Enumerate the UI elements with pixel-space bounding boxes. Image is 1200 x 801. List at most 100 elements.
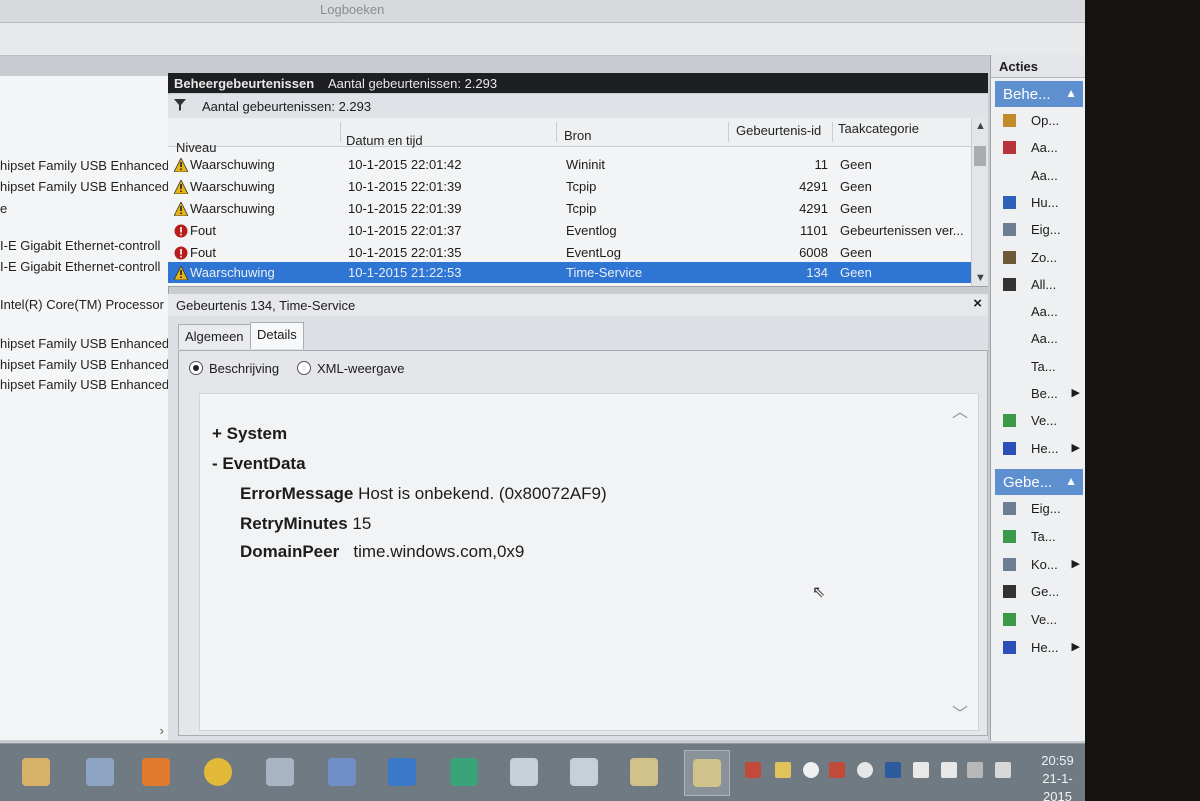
action-item[interactable]: Op... (991, 109, 1085, 133)
tray-flag-icon[interactable] (745, 762, 761, 778)
action-item[interactable]: Aa... (991, 164, 1085, 188)
event-data-view[interactable]: ︿ + System - EventData ErrorMessage Host… (199, 393, 979, 731)
window-titlebar: Logboeken (0, 0, 1085, 23)
scroll-right-arrow[interactable]: › (160, 723, 164, 738)
actions-pane: Acties Behe... ▲ Op... Aa... Aa... Hu... Eig.… (990, 55, 1085, 741)
taskbar-performance-app[interactable] (380, 750, 424, 794)
cell-datetime: 10-1-2015 22:01:35 (348, 245, 462, 260)
taskbar-card-app[interactable] (442, 750, 486, 794)
action-item[interactable]: Ge... (991, 580, 1085, 604)
taskbar-clock-app[interactable] (14, 750, 58, 794)
tree-pane[interactable]: hipset Family USB Enhanced hipset Family… (0, 76, 169, 740)
radio-beschrijving[interactable]: Beschrijving (189, 361, 279, 376)
table-scrollbar[interactable]: ▲ ▼ (971, 118, 988, 286)
tree-item[interactable]: hipset Family USB Enhanced (0, 357, 168, 372)
tray-signal-icon[interactable] (967, 762, 983, 778)
chevron-down-icon[interactable]: ﹀ (952, 700, 968, 724)
taskbar-event-viewer[interactable] (622, 750, 666, 794)
system-node[interactable]: + System (212, 424, 287, 444)
tray-mail-icon[interactable] (775, 762, 791, 778)
tree-item[interactable]: hipset Family USB Enhanced (0, 336, 168, 351)
table-row[interactable]: Fout 10-1-2015 22:01:35 EventLog 6008 Geen (168, 242, 972, 263)
action-item[interactable]: Ve... (991, 409, 1085, 433)
tree-item[interactable]: e (0, 201, 7, 216)
action-icon (1003, 141, 1016, 155)
actions-section-beheer[interactable]: Behe... ▲ (995, 81, 1083, 107)
tray-network-icon[interactable] (941, 762, 957, 778)
tray-volume-icon[interactable] (995, 762, 1011, 778)
radio-xml-weergave[interactable]: XML-weergave (297, 361, 404, 376)
taskbar-clock[interactable]: 20:59 21-1-2015 (1030, 752, 1085, 801)
field-error-message: ErrorMessage Host is onbekend. (0x80072A… (240, 484, 607, 503)
eventdata-node[interactable]: - EventData (212, 454, 306, 474)
detail-title: Gebeurtenis 134, Time-Service (176, 298, 356, 313)
action-item[interactable]: Aa... (991, 136, 1085, 160)
tray-tool-icon[interactable] (829, 762, 845, 778)
taskbar-server-app[interactable] (502, 750, 546, 794)
cell-source: Eventlog (566, 223, 617, 238)
events-table[interactable]: Niveau Datum en tijd Bron Gebeurtenis-id… (168, 118, 988, 287)
scroll-down-icon[interactable]: ▼ (975, 272, 986, 284)
column-header-event-id[interactable]: Gebeurtenis-id (736, 123, 821, 138)
action-item[interactable]: Zo... (991, 246, 1085, 270)
log-header: Beheergebeurtenissen Aantal gebeurteniss… (168, 73, 988, 93)
detail-header: Gebeurtenis 134, Time-Service × (168, 294, 988, 317)
table-row[interactable]: Fout 10-1-2015 22:01:37 Eventlog 1101 Gebeur… (168, 220, 972, 241)
warning-icon (174, 158, 188, 172)
tray-status-icon[interactable] (803, 762, 819, 778)
action-item[interactable]: Hu... (991, 191, 1085, 215)
action-item[interactable]: Ve... (991, 608, 1085, 632)
actions-header: Acties (991, 55, 1085, 78)
table-row[interactable]: Waarschuwing 10-1-2015 22:01:42 Wininit 11 G… (168, 154, 972, 175)
tree-item[interactable]: I-E Gigabit Ethernet-controll (0, 259, 160, 274)
table-row[interactable]: Waarschuwing 10-1-2015 21:22:53 Time-Servi… (168, 262, 972, 283)
action-item[interactable]: All... (991, 273, 1085, 297)
taskbar-media-player[interactable] (134, 750, 178, 794)
tree-item[interactable]: Intel(R) Core(TM) Processor (0, 297, 164, 312)
tree-item[interactable]: hipset Family USB Enhanced (0, 179, 168, 194)
table-row[interactable]: Waarschuwing 10-1-2015 22:01:39 Tcpip 4291 G… (168, 176, 972, 197)
action-item[interactable]: He... ▶ (991, 636, 1085, 660)
taskbar-event-viewer-active[interactable] (684, 750, 730, 796)
tab-algemeen[interactable]: Algemeen (178, 324, 251, 349)
scroll-up-icon[interactable]: ▲ (975, 120, 986, 132)
tab-details[interactable]: Details (250, 322, 304, 349)
tree-item[interactable]: I-E Gigabit Ethernet-controll (0, 238, 160, 253)
column-header-source[interactable]: Bron (564, 128, 591, 143)
action-item[interactable]: He... ▶ (991, 437, 1085, 461)
action-item[interactable]: Aa... (991, 327, 1085, 351)
monitor-bezel (1085, 0, 1200, 801)
table-row[interactable]: Waarschuwing 10-1-2015 22:01:39 Tcpip 4291 G… (168, 198, 972, 219)
taskbar-server-app-2[interactable] (562, 750, 606, 794)
action-item[interactable]: Ko... ▶ (991, 553, 1085, 577)
taskbar-chart-app[interactable] (320, 750, 364, 794)
detail-panel: Algemeen Details Beschrijving XML-weerga… (168, 316, 988, 740)
cell-level: Waarschuwing (190, 157, 275, 172)
mouse-cursor-icon: ⇖ (812, 584, 826, 601)
close-icon[interactable]: × (973, 295, 982, 312)
tray-cloud-icon[interactable] (857, 762, 873, 778)
taskbar-headset-app[interactable] (196, 750, 240, 794)
action-item[interactable]: Aa... (991, 300, 1085, 324)
action-item[interactable]: Ta... (991, 355, 1085, 379)
action-item[interactable]: Eig... (991, 218, 1085, 242)
taskbar-app-monitor[interactable] (78, 750, 122, 794)
cell-category: Geen (840, 201, 872, 216)
taskbar-keyboard-app[interactable] (258, 750, 302, 794)
cell-event-id: 6008 (799, 245, 828, 260)
actions-section-gebeurtenis[interactable]: Gebe... ▲ (995, 469, 1083, 495)
column-header-level[interactable]: Niveau (176, 140, 216, 155)
chevron-up-icon[interactable]: ︿ (952, 398, 968, 422)
tray-action-center-icon[interactable] (913, 762, 929, 778)
action-item[interactable]: Eig... (991, 497, 1085, 521)
column-header-category[interactable]: Taakcategorie (838, 121, 919, 136)
tree-item[interactable]: hipset Family USB Enhanced (0, 377, 168, 392)
filter-funnel-icon (174, 99, 186, 111)
action-item[interactable]: Ta... (991, 525, 1085, 549)
column-header-datetime[interactable]: Datum en tijd (346, 133, 423, 148)
action-item[interactable]: Be... ▶ (991, 382, 1085, 406)
tree-item[interactable]: hipset Family USB Enhanced (0, 158, 168, 173)
scrollbar-thumb[interactable] (974, 146, 986, 166)
tray-monitor-icon[interactable] (885, 762, 901, 778)
action-icon (1003, 195, 1016, 209)
